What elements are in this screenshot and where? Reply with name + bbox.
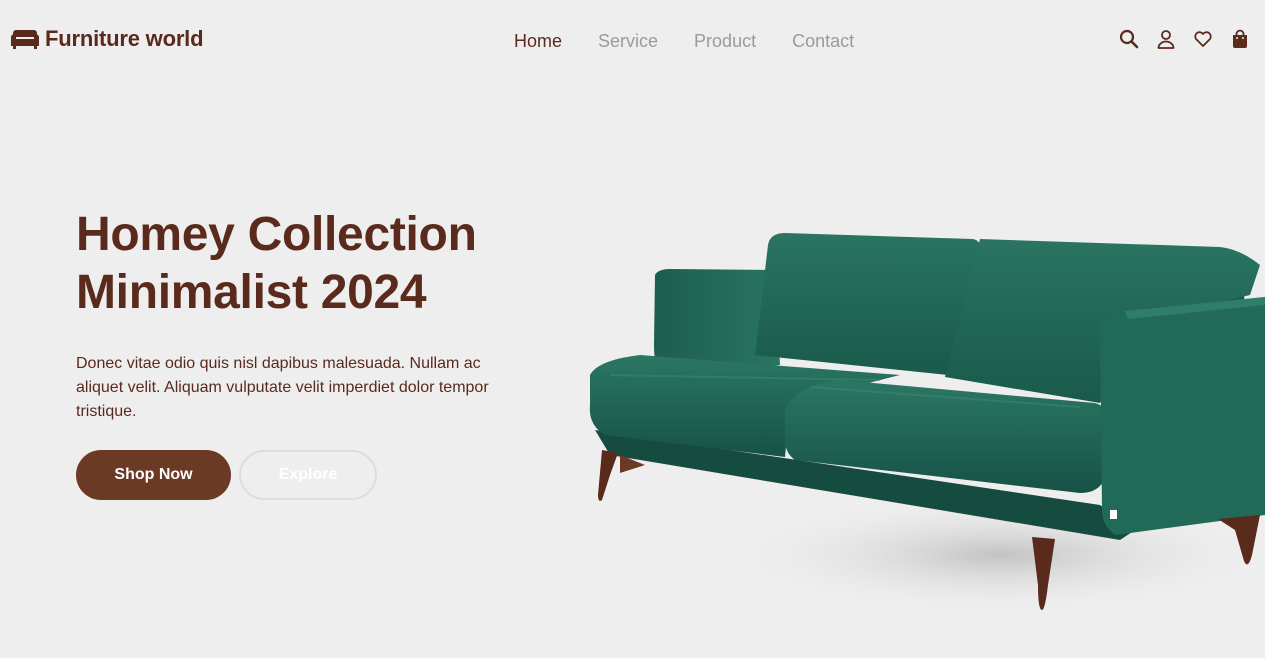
search-icon[interactable]	[1118, 28, 1140, 50]
explore-button[interactable]: Explore	[239, 450, 377, 500]
heart-icon[interactable]	[1192, 28, 1214, 50]
hero-title-line-2: Minimalist 2024	[76, 266, 427, 319]
nav-home[interactable]: Home	[514, 31, 562, 52]
main-nav: Home Service Product Contact	[514, 31, 854, 52]
hero-actions: Shop Now Explore	[76, 450, 377, 500]
hero-description: Donec vitae odio quis nisl dapibus males…	[76, 355, 489, 420]
shopping-bag-icon[interactable]	[1229, 28, 1251, 50]
sofa-icon	[10, 27, 40, 51]
header-actions	[1118, 28, 1251, 50]
nav-product[interactable]: Product	[694, 31, 756, 52]
sofa-product-image	[580, 225, 1265, 625]
hero-title-line-1: Homey Collection	[76, 208, 477, 261]
user-icon[interactable]	[1155, 28, 1177, 50]
brand-logo[interactable]: Furniture world	[10, 26, 204, 52]
nav-service[interactable]: Service	[598, 31, 658, 52]
shop-now-button[interactable]: Shop Now	[76, 450, 231, 500]
hero-title: Homey Collection Minimalist 2024	[76, 206, 556, 322]
brand-name: Furniture world	[45, 26, 204, 51]
site-header: Furniture world Home Service Product Con…	[0, 0, 1265, 80]
nav-contact[interactable]: Contact	[792, 31, 854, 52]
